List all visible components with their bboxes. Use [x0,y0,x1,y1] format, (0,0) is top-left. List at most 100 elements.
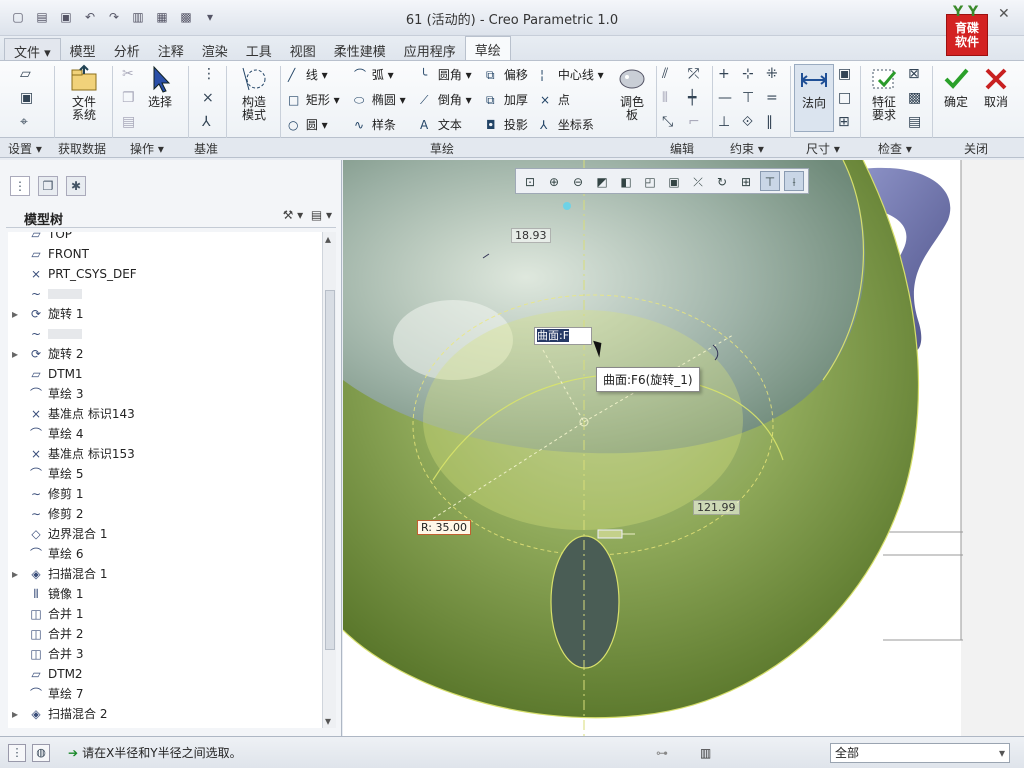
model-tree-item[interactable]: ∼ 修剪 2 [8,504,322,524]
tab-view[interactable]: 视图 [281,38,325,60]
tab-sketch[interactable]: 草绘 [464,36,511,60]
expand-icon[interactable]: ▸ [12,704,22,724]
cancel-button[interactable]: 取消 [978,64,1014,109]
display-style-icon[interactable]: ◧ [616,171,636,191]
model-tree-item[interactable]: ⌒ 草绘 7 [8,684,322,704]
arc-button[interactable]: ⌒ 弧 ▾ [354,66,394,83]
feature-requirements-button[interactable]: 特征 要求 [864,64,904,122]
sketch-view-icon[interactable]: ⌖ [20,114,28,130]
tab-annotate[interactable]: 注释 [149,38,193,60]
fillet-button[interactable]: ╰ 圆角 ▾ [420,66,472,83]
tab-flexible-modeling[interactable]: 柔性建模 [325,38,395,60]
tab-model[interactable]: 模型 [61,38,105,60]
centerline-button[interactable]: ¦ 中心线 ▾ [540,66,604,83]
horizontal-constraint-icon[interactable]: — [718,90,732,106]
model-viewport[interactable] [343,160,1024,736]
expand-icon[interactable]: ▸ [12,564,22,584]
model-tree-item[interactable]: ◫ 合并 1 [8,604,322,624]
model-tree-item[interactable]: ⌒ 草绘 4 [8,424,322,444]
folder-browser-tab-icon[interactable]: ❐ [38,176,58,196]
datum-centerline-icon[interactable]: ⋮ [202,66,216,82]
select-button[interactable]: 选择 [142,64,178,109]
model-tree-item[interactable]: × 基准点 标识153 [8,444,322,464]
paste-icon[interactable]: ▤ [122,114,135,130]
model-tree-item[interactable]: ◫ 合并 2 [8,624,322,644]
palette-button[interactable]: 调色 板 [612,64,652,122]
parallel-constraint-icon[interactable]: ∥ [766,114,773,130]
model-tree-scrollbar[interactable]: ▴ ▾ [322,232,336,728]
zoom-in-icon[interactable]: ⊕ [544,171,564,191]
tab-analysis[interactable]: 分析 [105,38,149,60]
tab-file[interactable]: 文件 ▾ [4,38,61,61]
delete-segment-icon[interactable]: ⤱ [688,66,699,82]
point-button[interactable]: × 点 [540,91,570,108]
model-tree-item[interactable]: ⌒ 草绘 6 [8,544,322,564]
dimension-edit-field[interactable]: 曲面:F [534,327,592,345]
model-tree-item[interactable]: ▸ ⟳ 旋转 2 [8,344,322,364]
model-tree-item[interactable]: ◫ 合并 3 [8,644,322,664]
model-tree-item[interactable]: × 基准点 标识143 [8,404,322,424]
file-system-button[interactable]: 文件 系统 [62,64,106,122]
graphics-window[interactable]: ⊡ ⊕ ⊖ ◩ ◧ ◰ ▣ ⤫ ↻ ⊞ ⊤ ⟊ 18.93 121.99 R: … [343,160,1024,736]
chamfer-button[interactable]: ⟋ 倒角 ▾ [420,91,472,108]
sketch-view-icon[interactable]: ⊤ [760,171,780,191]
perpendicular-constraint-icon[interactable]: ⊹ [742,66,754,82]
selection-filter[interactable]: 全部 ▾ [830,743,1010,763]
coincident-constraint-icon[interactable]: ⊥ [718,114,730,130]
group-inspect[interactable]: 检查 ▾ [878,140,912,157]
toggle-navigator-icon[interactable]: ⋮ [8,744,26,762]
saved-views-icon[interactable]: ◰ [640,171,660,191]
construction-mode-button[interactable]: 构造 模式 [234,64,274,122]
expand-icon[interactable]: ▸ [12,304,22,324]
model-tree-item[interactable]: ▱ TOP [8,232,322,244]
scroll-down-icon[interactable]: ▾ [325,714,331,728]
group-dimension[interactable]: 尺寸 ▾ [806,140,840,157]
repaint-icon[interactable]: ◩ [592,171,612,191]
thicken-button[interactable]: ⧉ 加厚 [486,91,528,108]
datum-display-icon[interactable]: ⤫ [688,171,708,191]
spin-center-icon[interactable]: ↻ [712,171,732,191]
shade-closed-loops-icon[interactable]: ▤ [908,114,921,130]
ok-button[interactable]: 确定 [938,64,974,109]
group-operations[interactable]: 操作 ▾ [130,140,164,157]
baseline-icon[interactable]: ⊞ [838,114,850,130]
reference-icon[interactable]: ▣ [20,90,33,106]
tab-applications[interactable]: 应用程序 [395,38,465,60]
scroll-up-icon[interactable]: ▴ [325,232,331,246]
rectangle-button[interactable]: □ 矩形 ▾ [288,91,340,108]
group-constrain[interactable]: 约束 ▾ [730,140,764,157]
dimension-right[interactable]: 121.99 [693,500,740,515]
model-tree-item[interactable]: ▱ FRONT [8,244,322,264]
model-tree-item[interactable]: ▸ ⟳ 旋转 1 [8,304,322,324]
rotate-resize-icon[interactable]: ⤡ [662,114,673,130]
text-button[interactable]: A 文本 [420,116,462,133]
find-icon[interactable]: ⊶ [656,746,668,760]
model-tree-item[interactable]: ◇ 边界混合 1 [8,524,322,544]
line-button[interactable]: ╱ 线 ▾ [288,66,328,83]
selection-buffer-icon[interactable]: ▥ [700,746,711,760]
ellipse-button[interactable]: ⬭ 椭圆 ▾ [354,91,406,108]
refit-icon[interactable]: ⊡ [520,171,540,191]
modify-icon[interactable]: ⫽ [662,66,668,82]
cut-icon[interactable]: ✂ [122,66,134,82]
tab-render[interactable]: 渲染 [193,38,237,60]
tangent-constraint-icon[interactable]: ⊤ [742,90,754,106]
equal-constraint-icon[interactable]: = [766,90,778,106]
model-tree-item[interactable]: ▱ DTM1 [8,364,322,384]
vertical-constraint-icon[interactable]: + [718,66,730,82]
datum-point-icon[interactable]: × [202,90,214,106]
offset-button[interactable]: ⧉ 偏移 [486,66,528,83]
spline-button[interactable]: ∿ 样条 [354,116,396,133]
divide-icon[interactable]: ┿ [688,90,696,106]
coordinate-system-button[interactable]: ⅄ 坐标系 [540,116,594,133]
sketch-setup-icon[interactable]: ▱ [20,66,31,82]
corner-icon[interactable]: ⌐ [688,114,700,130]
circle-button[interactable]: ○ 圆 ▾ [288,116,328,133]
tree-show-icon[interactable]: ▤ ▾ [311,208,332,222]
model-tree-item[interactable]: ▸ ◈ 扫描混合 1 [8,564,322,584]
normal-dimension-button[interactable]: 法向 [794,64,834,132]
model-tree-item[interactable]: ⌒ 草绘 5 [8,464,322,484]
tab-tools[interactable]: 工具 [237,38,281,60]
model-tree-item[interactable]: ▱ DTM2 [8,664,322,684]
datum-csys-icon[interactable]: ⅄ [202,114,211,130]
